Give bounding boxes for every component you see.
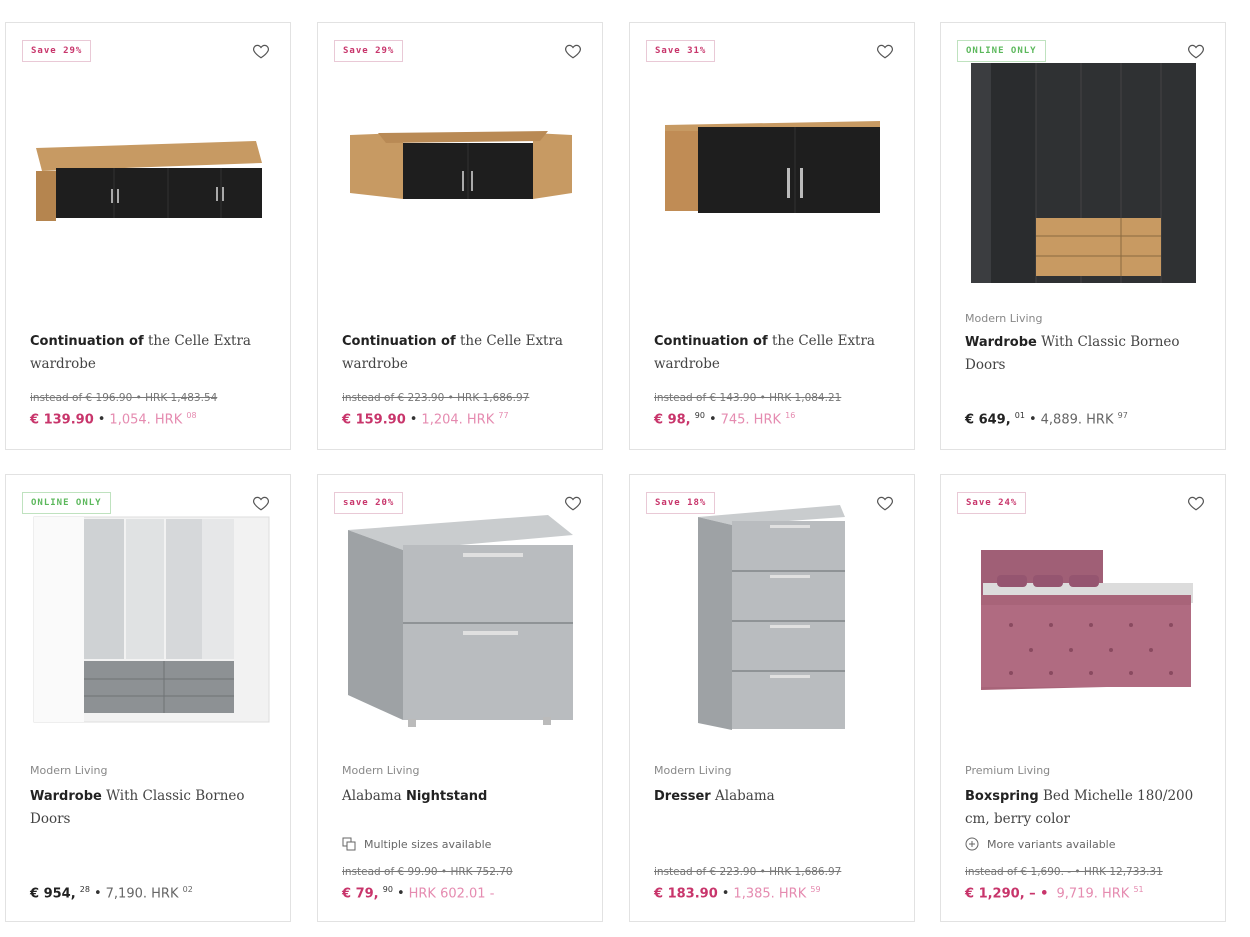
price: € 139.90 • 1,054. HRK 08 xyxy=(30,411,197,428)
product-card[interactable]: save 20% Modern Living Alabama Nightstan… xyxy=(317,474,603,922)
product-image[interactable] xyxy=(318,505,602,770)
product-image[interactable] xyxy=(941,53,1225,318)
product-image[interactable] xyxy=(6,53,290,318)
variant-note: Multiple sizes available xyxy=(342,837,491,851)
sizes-icon xyxy=(342,837,356,851)
price: € 98, 90 • 745. HRK 16 xyxy=(654,411,796,428)
product-image[interactable] xyxy=(6,505,290,770)
price: € 79, 90 • HRK 602.01 - xyxy=(342,885,495,902)
old-price: instead of € 223.90 • HRK 1,686.97 xyxy=(342,392,530,404)
old-price: instead of € 143.90 • HRK 1,084.21 xyxy=(654,392,842,404)
product-title[interactable]: Dresser Alabama xyxy=(654,785,890,808)
product-card[interactable]: Save 24% Premium Living Boxspring Bed Mi… xyxy=(940,474,1226,922)
brand-label: Premium Living xyxy=(965,764,1051,777)
old-price: instead of € 1,690. - • HRK 12,733.31 xyxy=(965,866,1163,878)
brand-label: Modern Living xyxy=(30,764,108,777)
product-card[interactable]: Save 31% Continuation of the Celle Extra… xyxy=(629,22,915,450)
brand-label: Modern Living xyxy=(654,764,732,777)
product-image[interactable] xyxy=(941,505,1225,770)
product-card[interactable]: ONLINE ONLY Modern Living Wardrobe With … xyxy=(5,474,291,922)
old-price: instead of € 99.90 • HRK 752.70 xyxy=(342,866,513,878)
old-price: instead of € 223.90 • HRK 1,686.97 xyxy=(654,866,842,878)
product-title[interactable]: Continuation of the Celle Extra wardrobe xyxy=(654,330,890,375)
plus-circle-icon xyxy=(965,837,979,851)
product-card[interactable]: Save 29% Continuation of the Celle Extra… xyxy=(317,22,603,450)
product-title[interactable]: Continuation of the Celle Extra wardrobe xyxy=(30,330,266,375)
product-image[interactable] xyxy=(630,505,914,770)
product-image[interactable] xyxy=(630,53,914,318)
product-card[interactable]: Save 29% Continuation of the Celle Extra… xyxy=(5,22,291,450)
product-title[interactable]: Continuation of the Celle Extra wardrobe xyxy=(342,330,578,375)
product-card[interactable]: ONLINE ONLY Modern Living Wardrobe With … xyxy=(940,22,1226,450)
price: € 183.90 • 1,385. HRK 59 xyxy=(654,885,821,902)
product-title[interactable]: Alabama Nightstand xyxy=(342,785,578,808)
price: € 1,290, – • 9,719. HRK 51 xyxy=(965,885,1144,902)
variant-note: More variants available xyxy=(965,837,1116,851)
old-price: instead of € 196.90 • HRK 1,483.54 xyxy=(30,392,218,404)
price: € 649, 01 • 4,889. HRK 97 xyxy=(965,411,1128,428)
brand-label: Modern Living xyxy=(965,312,1043,325)
price: € 954, 28 • 7,190. HRK 02 xyxy=(30,885,193,902)
product-title[interactable]: Boxspring Bed Michelle 180/200 cm, berry… xyxy=(965,785,1201,830)
brand-label: Modern Living xyxy=(342,764,420,777)
product-card[interactable]: Save 18% Modern Living Dresser Alabama i… xyxy=(629,474,915,922)
product-title[interactable]: Wardrobe With Classic Borneo Doors xyxy=(30,785,266,830)
price: € 159.90 • 1,204. HRK 77 xyxy=(342,411,509,428)
product-image[interactable] xyxy=(318,53,602,318)
product-title[interactable]: Wardrobe With Classic Borneo Doors xyxy=(965,331,1201,376)
